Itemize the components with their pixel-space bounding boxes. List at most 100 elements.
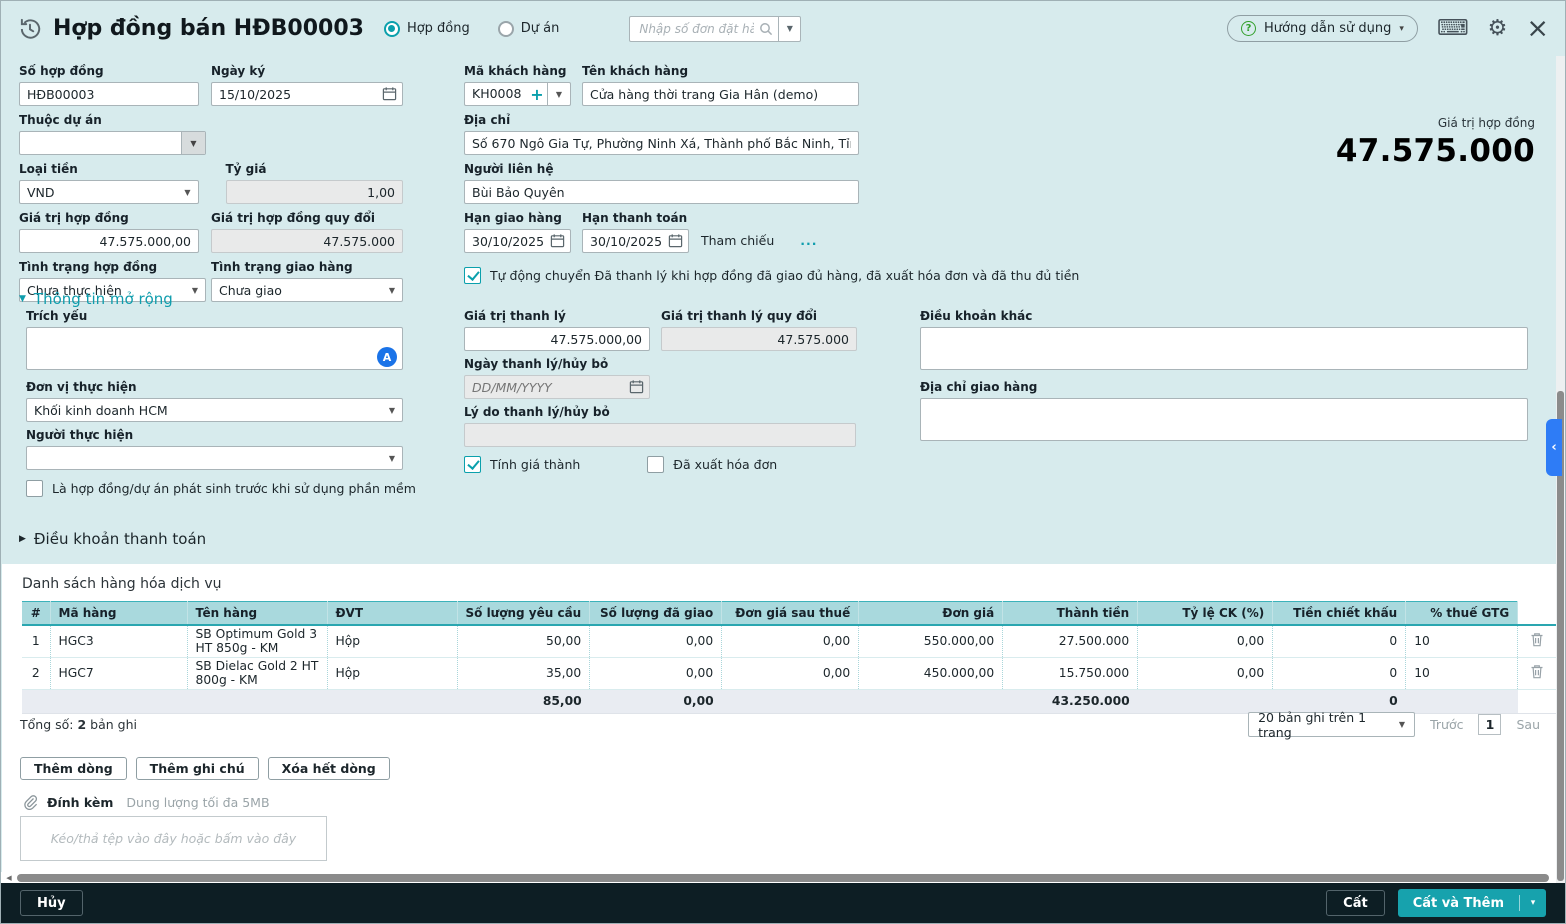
cell-qty_requested[interactable]: 35,00 xyxy=(457,657,590,689)
calendar-icon xyxy=(629,379,644,394)
radio-contract[interactable]: Hợp đồng xyxy=(384,21,470,37)
cell-qty_delivered[interactable]: 0,00 xyxy=(590,625,722,658)
executing-unit-select[interactable]: Khối kinh doanh HCM ▼ xyxy=(26,398,403,422)
cell-unit_price[interactable]: 550.000,00 xyxy=(859,625,1003,658)
calendar-icon[interactable] xyxy=(550,233,565,248)
reference-more-link[interactable]: ... xyxy=(800,233,817,248)
calendar-icon[interactable] xyxy=(382,86,397,101)
currency-select[interactable]: VND ▼ xyxy=(19,180,199,204)
delete-row-icon[interactable] xyxy=(1530,632,1544,647)
cell-qty_delivered[interactable]: 0,00 xyxy=(590,657,722,689)
contract-value-field[interactable] xyxy=(19,229,199,253)
clear-rows-button[interactable]: Xóa hết dòng xyxy=(268,757,390,780)
radio-project[interactable]: Dự án xyxy=(498,21,560,37)
order-search-box xyxy=(630,17,778,41)
project-select[interactable]: ▼ xyxy=(19,131,206,155)
close-icon[interactable]: × xyxy=(1526,15,1549,42)
add-note-button[interactable]: Thêm ghi chú xyxy=(136,757,259,780)
radio-project-circle[interactable] xyxy=(498,21,514,37)
liquidation-value-field[interactable] xyxy=(464,327,650,351)
other-terms-field[interactable] xyxy=(920,327,1528,370)
keyboard-shortcut-icon[interactable]: ⌨ xyxy=(1437,18,1469,40)
customer-name-field[interactable] xyxy=(582,82,859,106)
payment-terms-toggle[interactable]: ▶ Điều khoản thanh toán xyxy=(19,530,206,548)
cell-amount[interactable]: 27.500.000 xyxy=(1003,625,1138,658)
attachment-label[interactable]: Đính kèm xyxy=(47,795,113,810)
total-qty_delivered: 0,00 xyxy=(590,689,722,713)
cell-no: 2 xyxy=(22,657,50,689)
address-field[interactable] xyxy=(464,131,859,155)
chevron-down-icon[interactable]: ▼ xyxy=(181,132,205,154)
customer-code-select[interactable]: KH0008 + ▼ xyxy=(464,82,571,106)
save-and-add-button[interactable]: Cất và Thêm ▾ xyxy=(1398,889,1546,917)
cell-code[interactable]: HGC3 xyxy=(50,625,187,658)
cost-price-checkbox[interactable] xyxy=(464,456,481,473)
cell-vat[interactable]: 10 xyxy=(1406,625,1518,658)
help-button[interactable]: ? Hướng dẫn sử dụng ▾ xyxy=(1227,15,1418,42)
cell-discount_amount[interactable]: 0 xyxy=(1273,625,1406,658)
add-customer-icon[interactable]: + xyxy=(527,83,547,105)
calendar-icon[interactable] xyxy=(668,233,683,248)
contract-no-field[interactable] xyxy=(19,82,199,106)
cell-qty_requested[interactable]: 50,00 xyxy=(457,625,590,658)
next-page-button[interactable]: Sau xyxy=(1516,717,1540,732)
cell-code[interactable]: HGC7 xyxy=(50,657,187,689)
table-header-row: #Mã hàngTên hàngĐVTSố lượng yêu cầuSố lư… xyxy=(22,602,1557,625)
translate-icon[interactable]: A xyxy=(377,347,397,367)
cell-name[interactable]: SB Dielac Gold 2 HT 800g - KM xyxy=(187,657,327,689)
cell-discount_rate[interactable]: 0,00 xyxy=(1138,657,1273,689)
contract-status-label: Tình trạng hợp đồng xyxy=(19,260,206,275)
delivery-address-field[interactable] xyxy=(920,398,1528,441)
radio-contract-circle[interactable] xyxy=(384,21,400,37)
page-number-box[interactable]: 1 xyxy=(1478,714,1501,735)
cost-price-label: Tính giá thành xyxy=(490,457,580,472)
invoiced-checkbox[interactable] xyxy=(647,456,664,473)
chevron-down-icon[interactable]: ▼ xyxy=(547,83,570,105)
cell-name[interactable]: SB Optimum Gold 3 HT 850g - KM xyxy=(187,625,327,658)
auto-liquidate-label: Tự động chuyển Đã thanh lý khi hợp đồng … xyxy=(490,268,1079,283)
summary-note-field[interactable] xyxy=(26,327,403,370)
cell-amount[interactable]: 15.750.000 xyxy=(1003,657,1138,689)
triangle-down-icon: ▼ xyxy=(19,294,26,304)
cell-price_after_tax[interactable]: 0,00 xyxy=(722,657,859,689)
cell-unit[interactable]: Hộp xyxy=(327,625,457,658)
extended-info-toggle[interactable]: ▼ Thông tin mở rộng xyxy=(19,290,173,308)
cell-unit_price[interactable]: 450.000,00 xyxy=(859,657,1003,689)
extended-middle-column: Giá trị thanh lý Giá trị thanh lý quy đổ… xyxy=(464,309,857,473)
prev-page-button[interactable]: Trước xyxy=(1430,717,1463,732)
delivery-status-select[interactable]: Chưa giao ▼ xyxy=(211,278,403,302)
sign-date-field[interactable] xyxy=(211,82,403,106)
contact-person-field[interactable] xyxy=(464,180,859,204)
file-dropzone[interactable]: Kéo/thả tệp vào đây hoặc bấm vào đây xyxy=(20,816,327,861)
page-size-select[interactable]: 20 bản ghi trên 1 trang ▼ xyxy=(1248,712,1415,737)
other-terms-label: Điều khoản khác xyxy=(920,309,1528,324)
cell-del xyxy=(1518,657,1557,689)
order-search-input[interactable] xyxy=(630,17,778,41)
scroll-left-arrow-icon[interactable]: ◀ xyxy=(1,874,17,882)
column-header-unit_price: Đơn giá xyxy=(859,602,1003,625)
help-button-label: Hướng dẫn sử dụng xyxy=(1264,21,1391,36)
auto-liquidate-checkbox[interactable] xyxy=(464,267,481,284)
cell-vat[interactable]: 10 xyxy=(1406,657,1518,689)
cell-price_after_tax[interactable]: 0,00 xyxy=(722,625,859,658)
side-panel-toggle[interactable]: ‹ xyxy=(1546,419,1562,476)
order-search-dropdown[interactable]: ▼ xyxy=(778,17,800,41)
chevron-down-icon[interactable]: ▾ xyxy=(1520,898,1546,908)
cancel-button[interactable]: Hủy xyxy=(20,890,83,916)
add-row-button[interactable]: Thêm dòng xyxy=(20,757,127,780)
column-header-name: Tên hàng xyxy=(187,602,327,625)
column-header-del xyxy=(1518,602,1557,625)
gear-icon[interactable]: ⚙ xyxy=(1488,18,1508,40)
executor-select[interactable]: ▼ xyxy=(26,446,403,470)
cell-unit[interactable]: Hộp xyxy=(327,657,457,689)
legacy-contract-checkbox[interactable] xyxy=(26,480,43,497)
horizontal-scrollbar-thumb[interactable] xyxy=(17,874,1549,882)
cell-discount_rate[interactable]: 0,00 xyxy=(1138,625,1273,658)
total-price_after_tax xyxy=(722,689,859,713)
history-icon[interactable] xyxy=(17,16,43,42)
cell-discount_amount[interactable]: 0 xyxy=(1273,657,1406,689)
extended-right-column: Điều khoản khác Địa chỉ giao hàng xyxy=(920,309,1528,451)
delete-row-icon[interactable] xyxy=(1530,664,1544,679)
save-button[interactable]: Cất xyxy=(1326,890,1385,916)
row-actions: Thêm dòng Thêm ghi chú Xóa hết dòng xyxy=(20,757,390,780)
